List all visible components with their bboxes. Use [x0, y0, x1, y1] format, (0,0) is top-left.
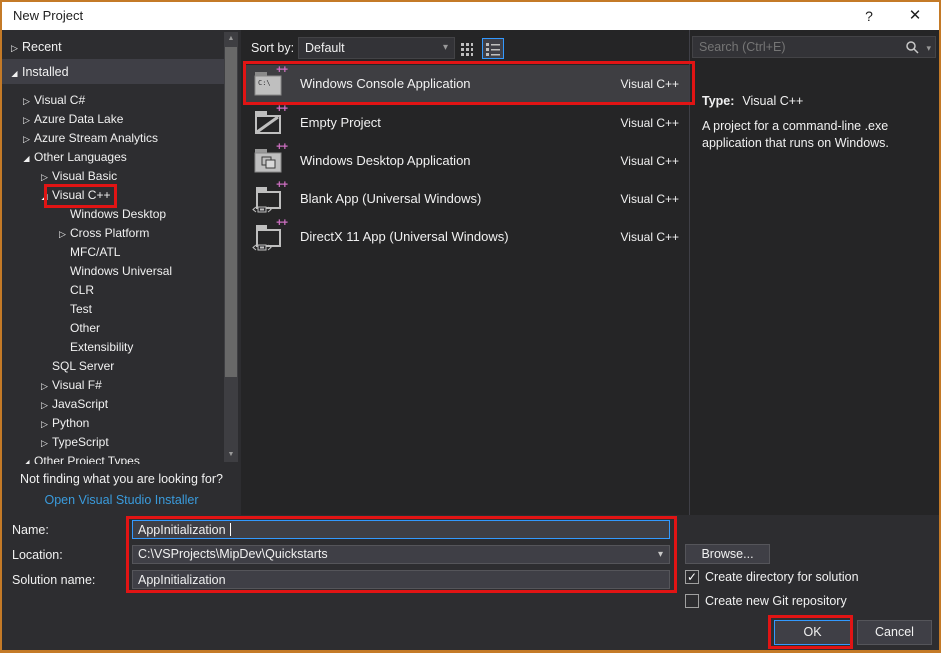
tree-item-other[interactable]: Other — [2, 318, 224, 337]
chevron-down-icon: ▾ — [443, 38, 448, 58]
tree-item-typescript[interactable]: TypeScript — [2, 432, 224, 451]
search-input[interactable] — [693, 37, 903, 57]
help-button[interactable]: ? — [854, 5, 884, 27]
tree-item-visual-basic[interactable]: Visual Basic — [2, 166, 224, 185]
checkbox-checked-icon[interactable]: ✓ — [685, 570, 699, 584]
name-field[interactable] — [132, 520, 670, 539]
svg-text:C:\: C:\ — [258, 79, 271, 87]
chevron-collapsed-icon — [37, 378, 52, 392]
text-caret — [230, 523, 231, 536]
tree-item-visual-csharp[interactable]: Visual C# — [2, 90, 224, 109]
tree-item-installed[interactable]: Installed — [2, 59, 224, 84]
tree-item-test[interactable]: Test — [2, 299, 224, 318]
create-directory-option[interactable]: ✓ Create directory for solution — [685, 570, 859, 584]
solution-name-label: Solution name: — [12, 573, 95, 587]
grid-view-icon — [460, 41, 476, 57]
tree-item-windows-universal[interactable]: Windows Universal — [2, 261, 224, 280]
ok-button[interactable]: OK — [774, 620, 851, 645]
chevron-collapsed-icon — [37, 397, 52, 411]
tree-item-javascript[interactable]: JavaScript — [2, 394, 224, 413]
tree-item-visual-cpp[interactable]: Visual C++ — [2, 185, 224, 204]
template-list-panel: Sort by: Default▾ C:\ Windows Console Ap… — [241, 30, 689, 515]
tree-item-extensibility[interactable]: Extensibility — [2, 337, 224, 356]
grid-view-button[interactable] — [457, 38, 479, 59]
template-type-line: Type: Visual C++ — [702, 94, 803, 108]
tree-item-other-languages[interactable]: Other Languages — [2, 147, 224, 166]
type-value: Visual C++ — [742, 94, 803, 108]
sort-by-dropdown[interactable]: Default▾ — [298, 37, 455, 59]
chevron-collapsed-icon — [19, 93, 34, 107]
chevron-expanded-icon — [37, 188, 52, 202]
template-item-windows-desktop-application[interactable]: Windows Desktop Application Visual C++ — [244, 142, 689, 180]
chevron-expanded-icon — [19, 150, 34, 164]
chevron-expanded-icon — [19, 454, 34, 465]
tree-item-azure-stream-analytics[interactable]: Azure Stream Analytics — [2, 128, 224, 147]
window-border-top — [0, 0, 941, 2]
titlebar: New Project ? ✕ — [2, 2, 939, 30]
tree-item-azure-data-lake[interactable]: Azure Data Lake — [2, 109, 224, 128]
template-item-windows-console-application[interactable]: C:\ Windows Console Application Visual C… — [244, 65, 689, 103]
tree-item-sql-server[interactable]: SQL Server — [2, 356, 224, 375]
new-project-dialog: New Project ? ✕ Recent Installed Visual … — [0, 0, 941, 653]
template-info-panel: ▾ Type: Visual C++ A project for a comman… — [689, 30, 939, 515]
template-item-directx11-app-uwp[interactable]: DirectX 11 App (Universal Windows) Visua… — [244, 218, 689, 256]
tree-item-mfc-atl[interactable]: MFC/ATL — [2, 242, 224, 261]
not-finding-text: Not finding what you are looking for? — [2, 472, 241, 486]
tree-scrollbar[interactable]: ▲ ▼ — [224, 32, 238, 462]
console-app-icon: C:\ — [252, 69, 286, 99]
chevron-down-icon[interactable]: ▾ — [926, 38, 931, 58]
chevron-collapsed-icon — [19, 112, 34, 126]
tree-item-python[interactable]: Python — [2, 413, 224, 432]
scrollbar-thumb[interactable] — [225, 47, 237, 377]
search-box: ▾ — [692, 36, 936, 58]
sort-by-label: Sort by: — [251, 41, 294, 55]
tree-item-windows-desktop[interactable]: Windows Desktop — [2, 204, 224, 223]
browse-button[interactable]: Browse... — [685, 544, 770, 564]
chevron-collapsed-icon — [37, 169, 52, 183]
chevron-collapsed-icon — [19, 131, 34, 145]
name-label: Name: — [12, 523, 49, 537]
close-icon[interactable]: ✕ — [900, 5, 930, 27]
uwp-app-icon — [252, 184, 286, 214]
template-item-empty-project[interactable]: Empty Project Visual C++ — [244, 104, 689, 142]
solution-name-field[interactable] — [132, 570, 670, 589]
template-category-tree: Recent Installed Visual C# Azure Data La… — [2, 30, 241, 515]
uwp-app-icon — [252, 222, 286, 252]
template-description: A project for a command-line .exe applic… — [702, 118, 910, 152]
list-view-button[interactable] — [482, 38, 504, 59]
search-icon[interactable] — [905, 40, 919, 59]
chevron-collapsed-icon — [7, 40, 22, 54]
location-field[interactable]: C:\VSProjects\MipDev\Quickstarts▾ — [132, 545, 670, 564]
tree-viewport: Recent Installed Visual C# Azure Data La… — [2, 30, 241, 464]
location-label: Location: — [12, 548, 63, 562]
scroll-down-icon[interactable]: ▼ — [224, 448, 238, 462]
chevron-collapsed-icon — [37, 416, 52, 430]
scroll-up-icon[interactable]: ▲ — [224, 32, 238, 46]
tree-item-visual-fsharp[interactable]: Visual F# — [2, 375, 224, 394]
tree-item-recent[interactable]: Recent — [2, 34, 224, 59]
create-git-option[interactable]: Create new Git repository — [685, 594, 847, 608]
tree-item-clr[interactable]: CLR — [2, 280, 224, 299]
type-label: Type: — [702, 94, 734, 108]
chevron-expanded-icon — [7, 65, 22, 79]
chevron-down-icon[interactable]: ▾ — [658, 546, 663, 563]
desktop-app-icon — [252, 146, 286, 176]
open-vs-installer-link[interactable]: Open Visual Studio Installer — [2, 493, 241, 507]
dialog-title: New Project — [13, 8, 83, 23]
chevron-collapsed-icon — [55, 226, 70, 240]
tree-item-cross-platform[interactable]: Cross Platform — [2, 223, 224, 242]
tree-item-other-project-types[interactable]: Other Project Types — [2, 451, 224, 464]
empty-project-icon — [252, 108, 286, 138]
checkbox-unchecked-icon[interactable] — [685, 594, 699, 608]
template-item-blank-app-uwp[interactable]: Blank App (Universal Windows) Visual C++ — [244, 180, 689, 218]
list-view-icon — [484, 41, 502, 57]
window-border-left — [0, 0, 2, 653]
project-form: Name: Location: C:\VSProjects\MipDev\Qui… — [2, 515, 939, 648]
chevron-collapsed-icon — [37, 435, 52, 449]
cancel-button[interactable]: Cancel — [857, 620, 932, 645]
